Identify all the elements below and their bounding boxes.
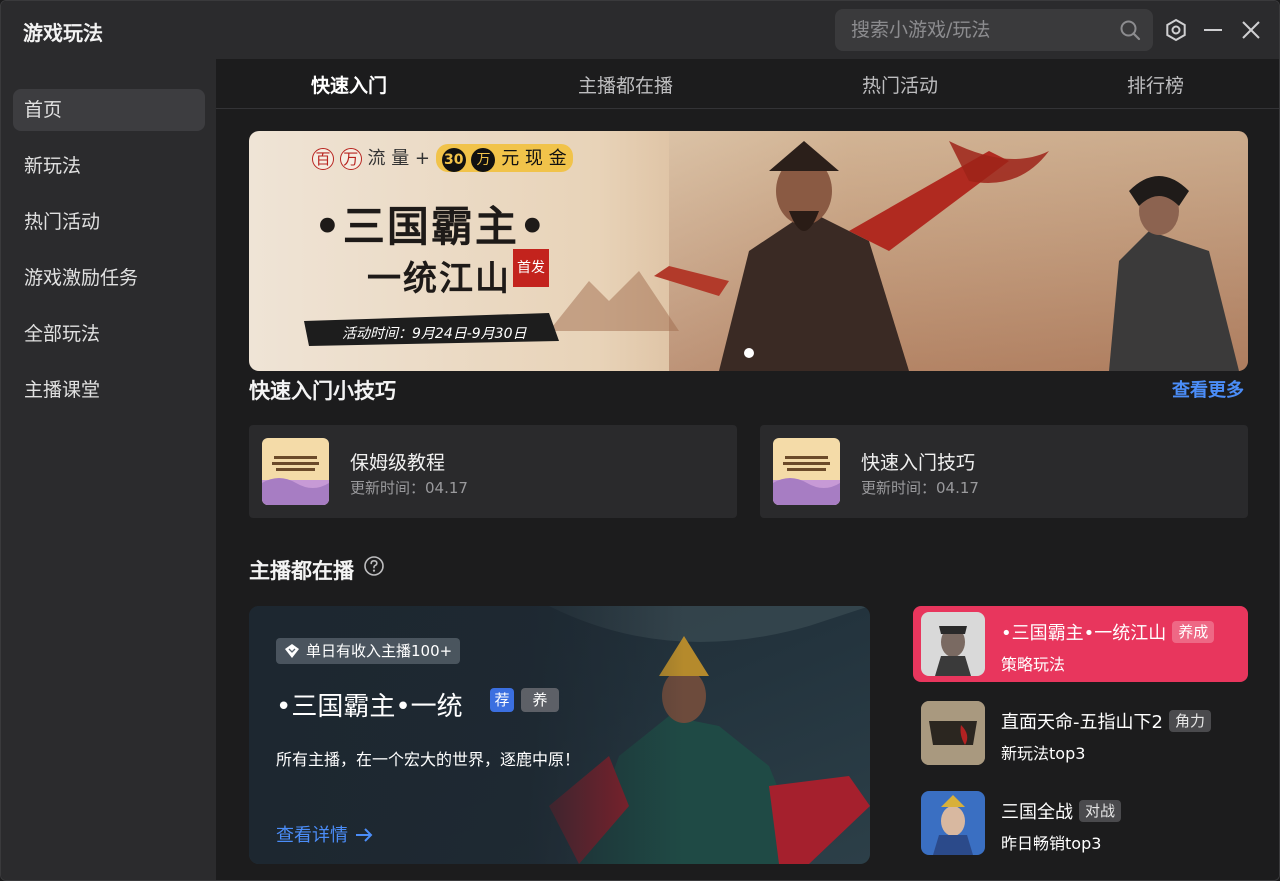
banner-title-line1: •三国霸主•	[314, 202, 548, 251]
game-subtitle: 昨日畅销top3	[1001, 834, 1102, 853]
income-badge: 单日有收入主播100+	[276, 638, 461, 664]
help-icon[interactable]	[363, 555, 385, 577]
sidebar-item-incentive-tasks[interactable]: 游戏激励任务	[13, 257, 205, 299]
game-name-row: 三国全战 对战	[1001, 798, 1122, 824]
tab-hot-events[interactable]: 热门活动	[862, 71, 938, 98]
banner-char-bai: 百	[312, 148, 334, 170]
recommend-tag: 荐	[490, 688, 514, 712]
game-genre-tag: 角力	[1168, 710, 1211, 732]
tab-streamers[interactable]: 主播都在播	[578, 71, 673, 98]
banner-cash-number: 30	[441, 148, 466, 172]
income-badge-label: 单日有收入主播100+	[306, 642, 453, 660]
game-genre-tag: 对战	[1079, 800, 1122, 822]
banner-top-text: 百 万 流 量 + 30 万 元 现 金	[312, 144, 573, 172]
game-list-item[interactable]: 三国全战 对战 昨日畅销top3	[913, 785, 1248, 861]
game-subtitle: 新玩法top3	[1001, 744, 1086, 763]
title-bar: 游戏玩法	[1, 1, 1279, 59]
search-box[interactable]	[835, 9, 1153, 51]
arrow-right-icon	[355, 828, 373, 842]
banner-cash-wan: 万	[471, 148, 496, 172]
featured-game-title: •三国霸主•一统江山	[276, 692, 463, 720]
search-icon[interactable]	[1119, 19, 1141, 41]
game-thumbnail	[921, 701, 985, 765]
game-name: •三国霸主•一统江山	[1001, 623, 1167, 644]
sidebar-item-new-gameplay[interactable]: 新玩法	[13, 145, 205, 187]
tab-bar: 快速入门 主播都在播 热门活动 排行榜	[216, 59, 1279, 109]
carousel-dot[interactable]	[744, 348, 754, 358]
tip-updated: 更新时间：04.17	[350, 479, 468, 497]
minimize-icon[interactable]	[1200, 17, 1226, 43]
view-details-link[interactable]: 查看详情	[276, 821, 374, 847]
banner-char-wan: 万	[339, 148, 362, 170]
app-title: 游戏玩法	[23, 21, 103, 45]
tips-section-title: 快速入门小技巧	[249, 379, 396, 403]
tip-updated: 更新时间：04.17	[861, 479, 979, 497]
view-details-label: 查看详情	[276, 825, 348, 846]
tip-title: 快速入门技巧	[861, 452, 976, 474]
tip-thumbnail	[262, 438, 329, 505]
game-name-row: •三国霸主•一统江山 养成	[1001, 619, 1215, 645]
sidebar-item-streamer-class[interactable]: 主播课堂	[13, 369, 205, 411]
banner-title-line2: 一统江山	[367, 259, 511, 299]
banner-stamp: 首发	[513, 249, 549, 287]
tip-card[interactable]: 保姆级教程 更新时间：04.17	[249, 425, 737, 518]
search-input[interactable]	[851, 9, 1111, 51]
tab-ranking[interactable]: 排行榜	[1127, 71, 1184, 98]
sidebar-item-hot-events[interactable]: 热门活动	[13, 201, 205, 243]
featured-game-card[interactable]: 单日有收入主播100+ •三国霸主•一统江山 荐 养 所有主播，在一个宏大的世界…	[249, 606, 870, 864]
game-name: 三国全战	[1001, 802, 1073, 823]
game-name: 直面天命-五指山下2	[1001, 712, 1163, 733]
tip-title: 保姆级教程	[350, 452, 446, 474]
sidebar-item-home[interactable]: 首页	[13, 89, 205, 131]
game-thumbnail	[921, 612, 985, 676]
banner-date: 活动时间：9月24日-9月30日	[342, 326, 527, 342]
settings-icon[interactable]	[1163, 17, 1189, 43]
game-genre-tag: 养成	[1172, 621, 1215, 643]
featured-game-description: 所有主播，在一个宏大的世界，逐鹿中原！	[276, 750, 581, 769]
game-subtitle: 策略玩法	[1001, 655, 1066, 674]
tip-thumbnail	[773, 438, 840, 505]
tip-card[interactable]: 快速入门技巧 更新时间：04.17	[760, 425, 1248, 518]
tab-quick-start[interactable]: 快速入门	[311, 71, 387, 98]
game-list-item[interactable]: •三国霸主•一统江山 养成 策略玩法	[913, 606, 1248, 682]
game-list-item[interactable]: 直面天命-五指山下2 角力 新玩法top3	[913, 695, 1248, 771]
diamond-icon	[285, 644, 299, 658]
app-window: 游戏玩法 首页 新玩法 热门活动 游戏激励任务 全部玩法 主播课堂	[0, 0, 1280, 881]
see-more-link[interactable]: 查看更多	[1172, 376, 1244, 402]
sidebar-item-all-gameplay[interactable]: 全部玩法	[13, 313, 205, 355]
game-thumbnail	[921, 791, 985, 855]
game-name-row: 直面天命-五指山下2 角力	[1001, 708, 1211, 734]
nurture-tag: 养	[521, 688, 559, 712]
banner-traffic-text: 流 量 +	[367, 148, 430, 169]
promo-banner[interactable]: 百 万 流 量 + 30 万 元 现 金 •三国霸主• 一统江山 首发 活动时间…	[249, 131, 1248, 371]
sidebar: 首页 新玩法 热门活动 游戏激励任务 全部玩法 主播课堂	[1, 59, 216, 880]
banner-cash-text: 元 现 金	[501, 148, 567, 169]
main-content: 快速入门 主播都在播 热门活动 排行榜 百 万 流 量 + 30 万 元 现 金…	[216, 59, 1279, 880]
close-icon[interactable]	[1238, 17, 1264, 43]
streamers-section-title: 主播都在播	[249, 559, 354, 583]
